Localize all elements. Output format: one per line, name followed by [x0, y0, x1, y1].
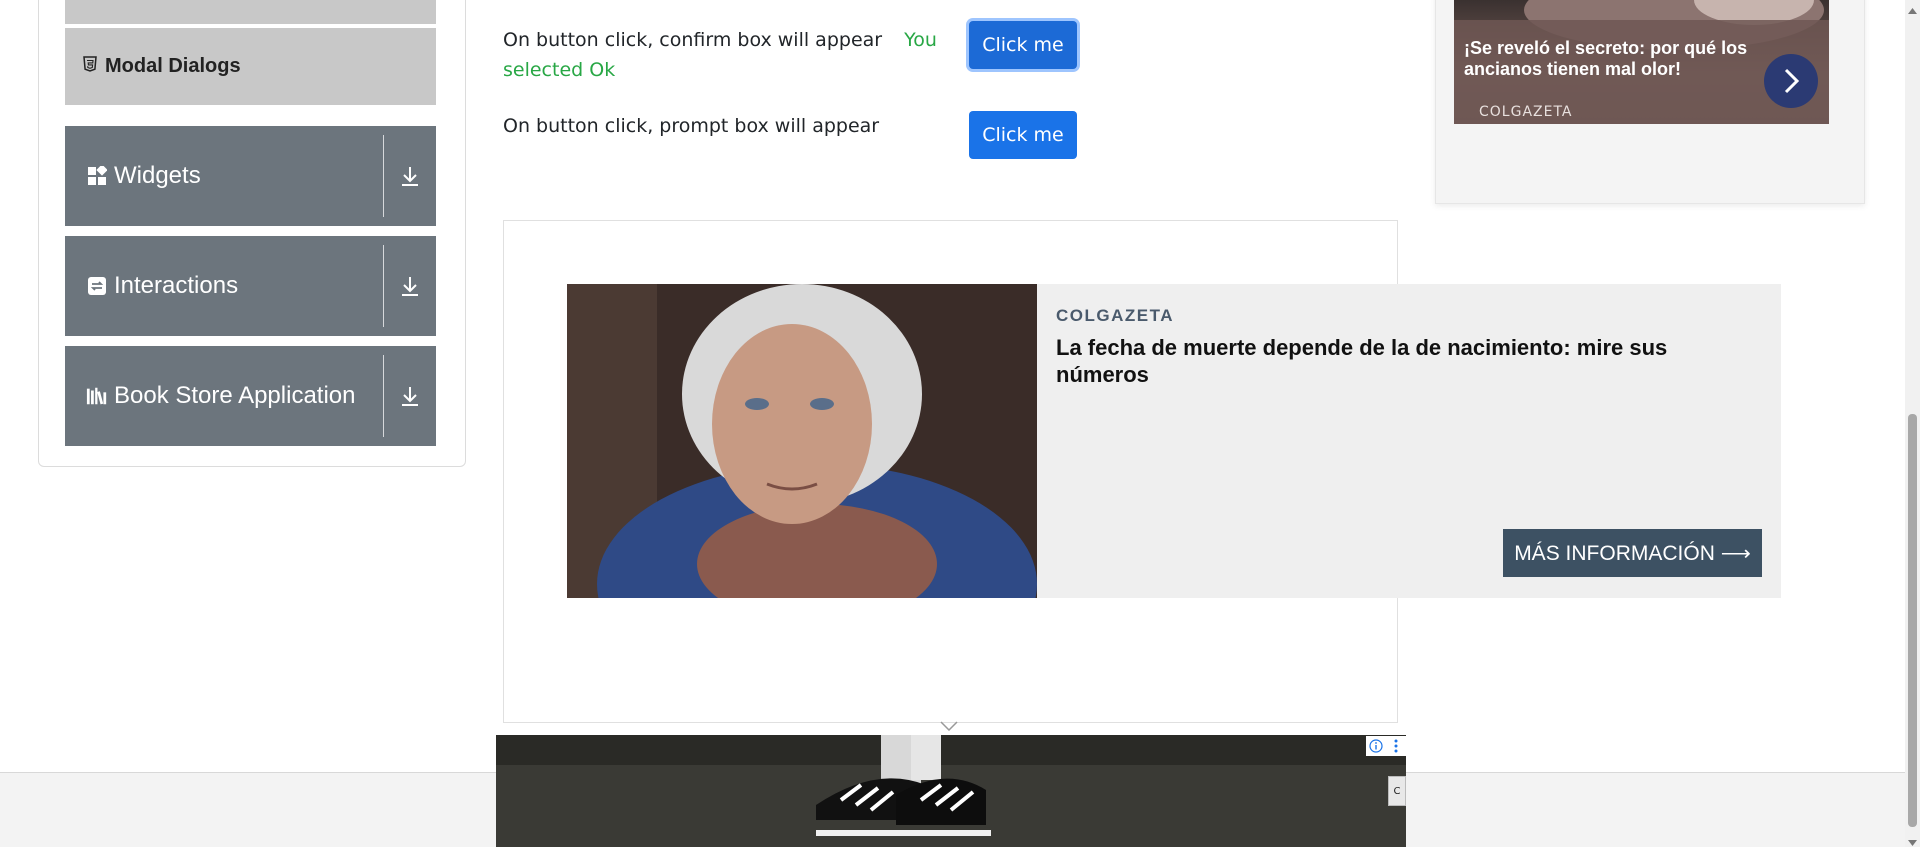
confirm-alert-label: On button click, confirm box will appear — [503, 29, 883, 51]
info-icon[interactable] — [1366, 736, 1386, 756]
scroll-down-arrow-icon[interactable] — [1908, 834, 1917, 847]
download-icon[interactable] — [384, 385, 436, 407]
ad-right-headline[interactable]: ¡Se reveló el secreto: por qué los ancia… — [1464, 38, 1764, 80]
sidebar-group-book-store[interactable]: Book Store Application — [65, 346, 436, 446]
more-vertical-icon[interactable] — [1386, 736, 1406, 756]
ad-close-tab[interactable]: C — [1388, 776, 1406, 806]
confirm-button[interactable]: Click me — [969, 21, 1077, 69]
ad-photo[interactable] — [567, 284, 1037, 598]
book-store-icon — [86, 385, 108, 407]
widgets-icon — [86, 165, 108, 187]
download-icon[interactable] — [384, 275, 436, 297]
ad-brand: COLGAZETA — [1056, 306, 1175, 325]
group-label: Widgets — [114, 162, 201, 189]
more-info-button[interactable]: MÁS INFORMACIÓN ⟶ — [1503, 529, 1762, 577]
sidebar-previous-item[interactable] — [65, 0, 436, 24]
sidebar-item-modal-dialogs[interactable]: Modal Dialogs — [65, 28, 436, 105]
prompt-alert-label: On button click, prompt box will appear — [503, 115, 880, 137]
bottom-ad-image[interactable] — [496, 735, 1406, 847]
sidebar-group-widgets[interactable]: Widgets — [65, 126, 436, 226]
scroll-up-arrow-icon[interactable] — [1908, 2, 1917, 20]
sidebar-item-label: Modal Dialogs — [105, 55, 241, 77]
group-label: Book Store Application — [114, 382, 356, 409]
sidebar-group-interactions[interactable]: Interactions — [65, 236, 436, 336]
chevron-down-icon[interactable] — [940, 718, 958, 736]
html5-icon — [83, 56, 97, 77]
scrollbar-thumb[interactable] — [1908, 414, 1917, 827]
chevron-right-icon[interactable] — [1764, 54, 1818, 108]
download-icon[interactable] — [384, 165, 436, 187]
group-label: Interactions — [114, 272, 239, 299]
ad-headline[interactable]: La fecha de muerte depende de la de naci… — [1056, 334, 1756, 388]
ad-right-brand: COLGAZETA — [1479, 104, 1573, 120]
prompt-button[interactable]: Click me — [969, 111, 1077, 159]
confirm-alert-row: On button click, confirm box will appear… — [503, 25, 963, 85]
interactions-icon — [86, 275, 108, 297]
